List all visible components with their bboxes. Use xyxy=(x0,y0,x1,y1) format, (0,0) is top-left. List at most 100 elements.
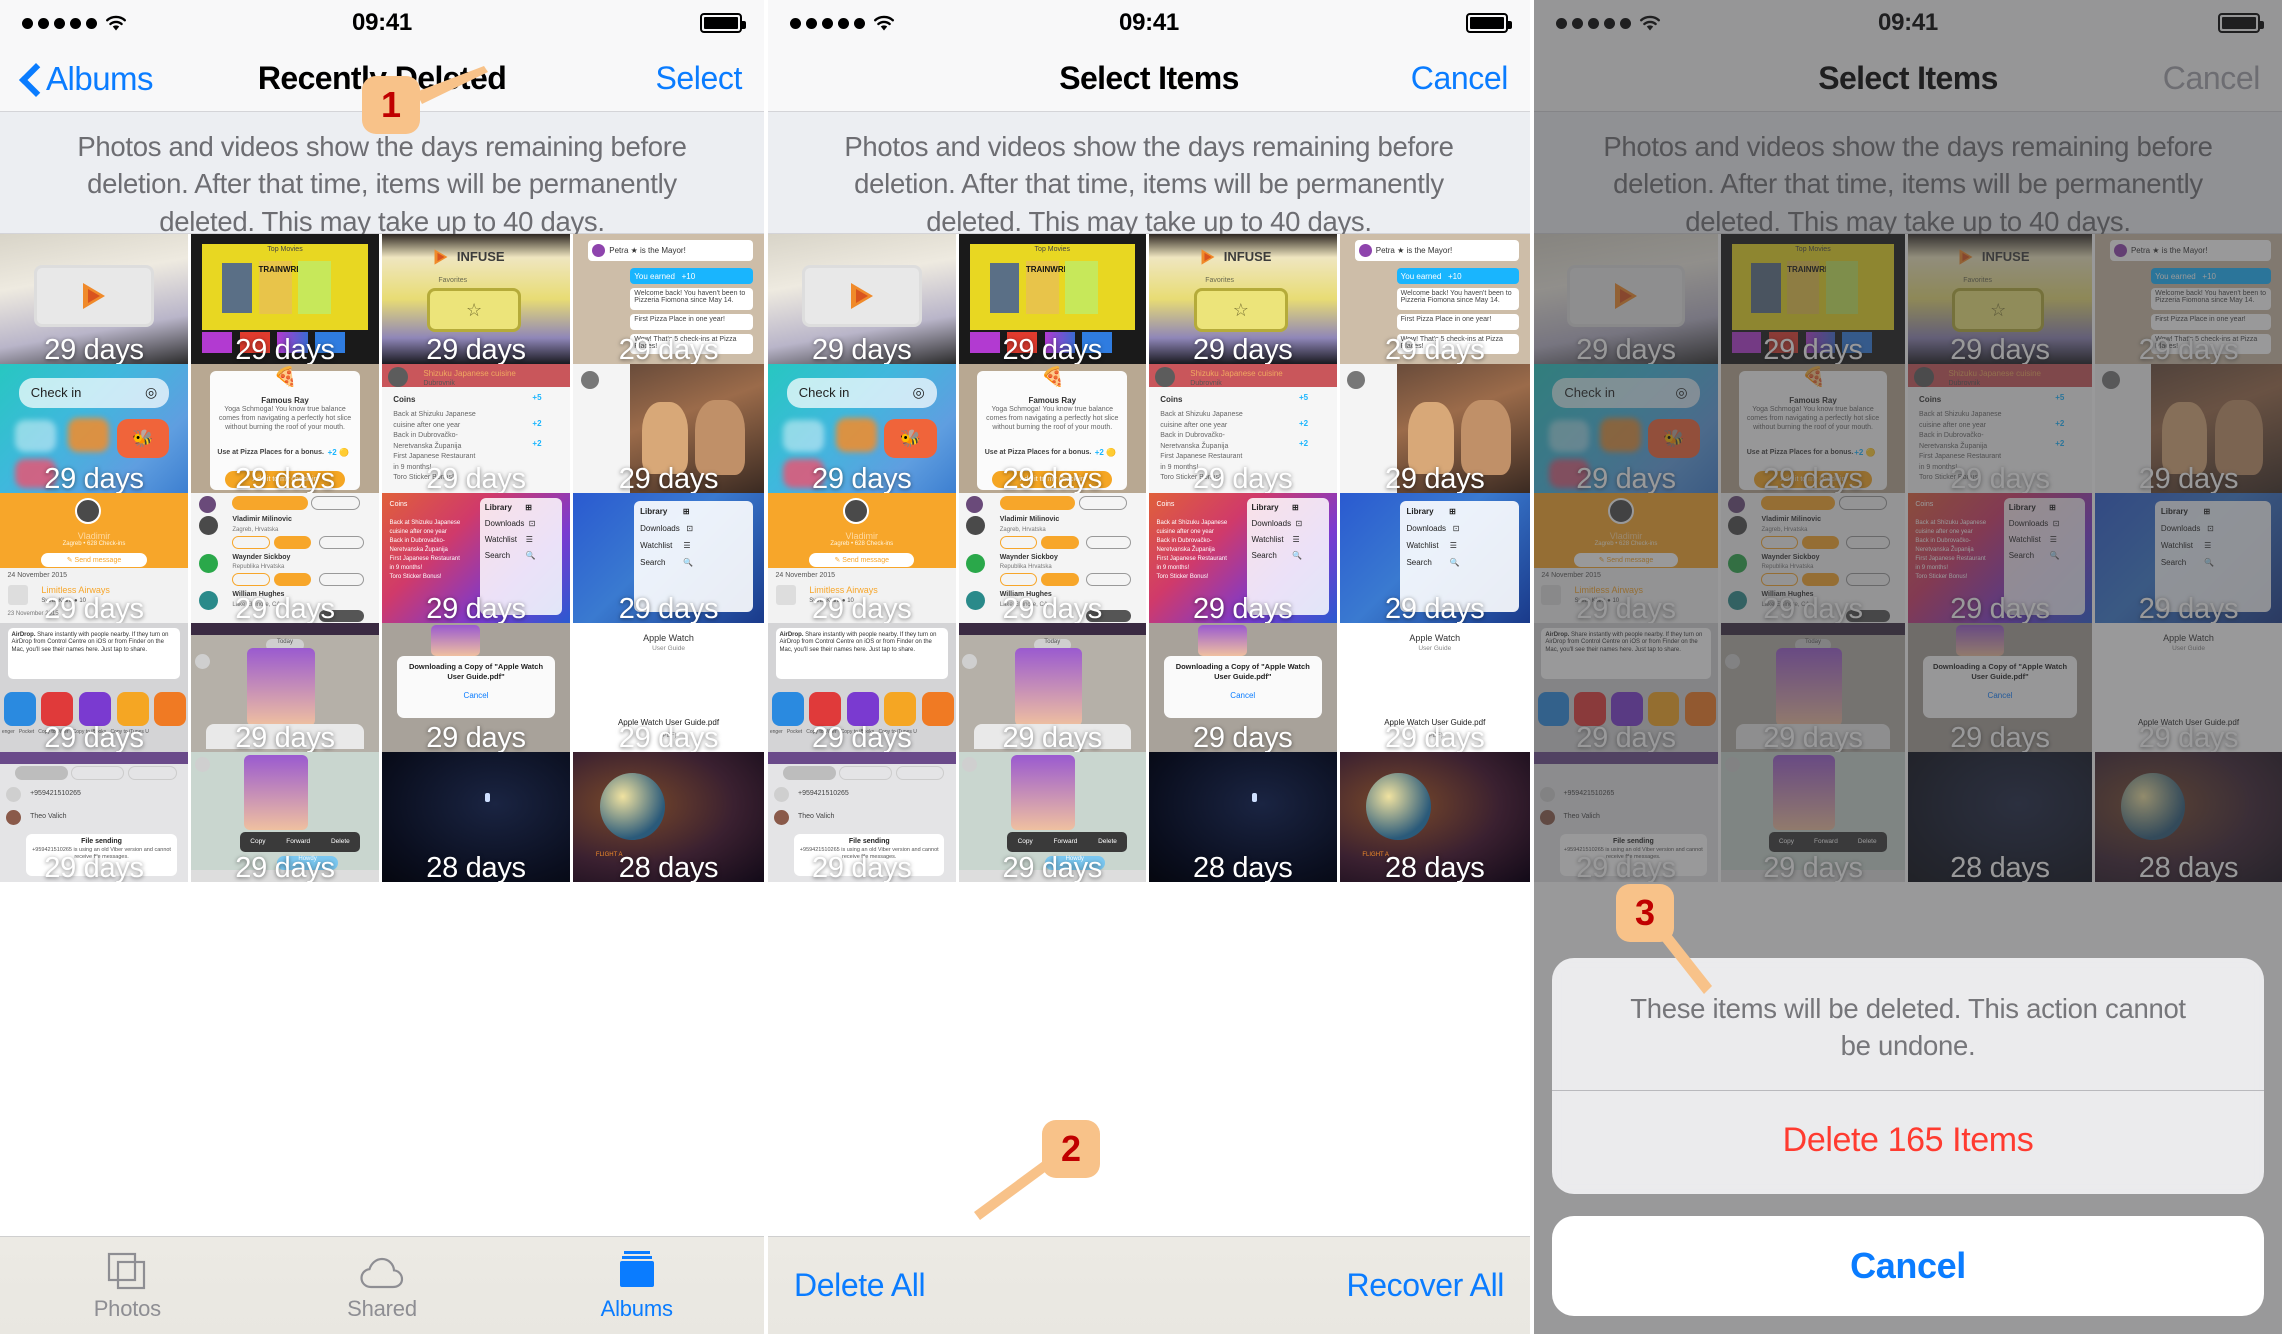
photo-cell[interactable]: Copy Forward Delete 29 days xyxy=(1721,752,1908,882)
photo-cell[interactable]: 🍕 Famous Ray Yoga Schmoga! You know true b… xyxy=(958,363,1149,493)
day-label: 29 days xyxy=(1950,592,2050,623)
cancel-button[interactable]: Cancel xyxy=(2163,60,2261,97)
status-time: 09:41 xyxy=(1878,9,1938,36)
photo-cell[interactable]: Today 29 days xyxy=(958,622,1149,752)
callout-badge-3: 3 xyxy=(1616,884,1674,942)
photo-cell[interactable]: 29 days xyxy=(573,363,764,493)
photo-cell[interactable]: Shizuku Japanese cuisine Dubrovnik Coins Ba… xyxy=(382,363,573,493)
photo-cell[interactable]: +959421510265 Theo Valich File sending +959… xyxy=(0,752,191,882)
day-label: 29 days xyxy=(1950,463,2050,493)
photo-cell[interactable]: 28 days xyxy=(1908,752,2095,882)
photo-cell[interactable]: Vladimir Milinovic Zagreb, Hrvatska Waynde… xyxy=(958,493,1149,623)
photo-cell[interactable]: Apple Watch User Guide Apple Watch User Gu… xyxy=(573,622,764,752)
recover-all-button[interactable]: Recover All xyxy=(1347,1267,1505,1304)
select-button[interactable]: Select xyxy=(655,60,742,97)
photo-cell[interactable]: Apple Watch User Guide Apple Watch User Gu… xyxy=(1339,622,1530,752)
day-label: 29 days xyxy=(1002,333,1103,364)
photo-cell[interactable]: Check in ◎ 🐝 29 days xyxy=(1534,363,1721,493)
photo-cell[interactable]: 28 days xyxy=(382,752,573,882)
photo-cell[interactable]: 29 days xyxy=(768,234,959,364)
day-label: 28 days xyxy=(1950,851,2050,882)
photo-grid-1: 29 days TRAINWRECK Top Movies 29 days INFU… xyxy=(0,234,764,882)
tab-shared-label: Shared xyxy=(347,1295,417,1321)
day-label: 29 days xyxy=(2138,333,2239,364)
sheet-cancel-button[interactable]: Cancel xyxy=(1552,1216,2264,1316)
photo-cell[interactable]: 28 days xyxy=(1149,752,1340,882)
photo-cell[interactable]: Petra ★ is the Mayor! You earned +10 Welco… xyxy=(2095,234,2282,364)
delete-all-button[interactable]: Delete All xyxy=(794,1267,926,1304)
status-right-2 xyxy=(1466,13,1512,33)
day-label: 29 days xyxy=(812,463,912,493)
photo-cell[interactable]: 28 days xyxy=(2095,752,2282,882)
day-label: 29 days xyxy=(44,333,144,364)
photo-cell[interactable]: TRAINWRECK Top Movies 29 days xyxy=(191,234,382,364)
photo-cell[interactable]: Today 29 days xyxy=(1721,622,1908,752)
day-label: 28 days xyxy=(618,851,719,882)
photo-cell[interactable]: Copy Forward Delete Howdy 29 days xyxy=(958,752,1149,882)
photo-cell[interactable]: Copy Forward Delete Howdy 29 days xyxy=(191,752,382,882)
photo-cell[interactable]: AirDrop. Share instantly with people nea… xyxy=(0,622,191,752)
photo-cell[interactable]: 29 days xyxy=(1534,234,1721,364)
photo-cell[interactable]: Coins Back at Shizuku Japanese cuisine aft… xyxy=(1149,493,1340,623)
photo-cell[interactable]: Petra ★ is the Mayor! You earned +10 Welco… xyxy=(1339,234,1530,364)
cancel-button[interactable]: Cancel xyxy=(1411,60,1509,97)
callout-3: 3 xyxy=(1594,874,1874,1004)
photo-cell[interactable]: +959421510265 Theo Valich File sending +959… xyxy=(1534,752,1721,882)
status-right-3 xyxy=(2218,13,2264,33)
photo-cell[interactable]: +959421510265 Theo Valich File sending +959… xyxy=(768,752,959,882)
day-label: 29 days xyxy=(1002,851,1103,882)
day-label: 29 days xyxy=(1576,592,1676,623)
photo-cell[interactable]: INFUSE Favorites ☆ 29 days xyxy=(382,234,573,364)
photo-grid-2: 29 days TRAINWRECK Top Movies 29 days INFU… xyxy=(768,234,1530,882)
day-label: 29 days xyxy=(2138,592,2239,623)
day-label: 29 days xyxy=(1950,333,2050,364)
tab-photos[interactable]: Photos xyxy=(0,1250,255,1322)
photo-cell[interactable]: Shizuku Japanese cuisine Dubrovnik Coins Ba… xyxy=(1908,363,2095,493)
photo-cell[interactable]: FLIGHT A 28 days xyxy=(1339,752,1530,882)
photo-cell[interactable]: Library ⊞ Downloads ⊡ Watchlist ☰ Search 🔍 2… xyxy=(573,493,764,623)
photo-cell[interactable]: TRAINWRECK Top Movies 29 days xyxy=(958,234,1149,364)
photo-cell[interactable]: 🍕 Famous Ray Yoga Schmoga! You know true b… xyxy=(191,363,382,493)
photo-cell[interactable]: Library ⊞ Downloads ⊡ Watchlist ☰ Search 🔍 2… xyxy=(1339,493,1530,623)
day-label: 29 days xyxy=(1193,333,1293,364)
photo-cell[interactable]: Check in ◎ 🐝 29 days xyxy=(0,363,191,493)
day-label: 29 days xyxy=(1002,463,1103,493)
tab-albums[interactable]: Albums xyxy=(509,1250,764,1322)
photo-cell[interactable]: Library ⊞ Downloads ⊡ Watchlist ☰ Search 🔍 2… xyxy=(2095,493,2282,623)
photo-cell[interactable]: Coins Back at Shizuku Japanese cuisine aft… xyxy=(1908,493,2095,623)
photo-cell[interactable]: Today 29 days xyxy=(191,622,382,752)
select-toolbar: Delete All Recover All xyxy=(768,1236,1530,1334)
day-label: 29 days xyxy=(235,851,335,882)
photo-cell[interactable]: Downloading a Copy of "Apple Watch User … xyxy=(1149,622,1340,752)
photo-cell[interactable]: Apple Watch User Guide Apple Watch User Gu… xyxy=(2095,622,2282,752)
photo-cell[interactable]: Vladimir Zagreb • 628 Check-ins ✎ Send mes… xyxy=(768,493,959,623)
photo-cell[interactable]: 🍕 Famous Ray Yoga Schmoga! You know true b… xyxy=(1721,363,1908,493)
photo-cell[interactable]: Vladimir Zagreb • 628 Check-ins ✎ Send mes… xyxy=(0,493,191,623)
back-button-albums[interactable]: Albums xyxy=(22,60,154,98)
photo-cell[interactable]: Vladimir Zagreb • 628 Check-ins ✎ Send mes… xyxy=(1534,493,1721,623)
photo-cell[interactable]: Coins Back at Shizuku Japanese cuisine aft… xyxy=(382,493,573,623)
photo-cell[interactable]: Vladimir Milinovic Zagreb, Hrvatska Waynde… xyxy=(191,493,382,623)
photo-cell[interactable]: AirDrop. Share instantly with people nea… xyxy=(768,622,959,752)
day-label: 29 days xyxy=(44,851,144,882)
photo-cell[interactable]: Check in ◎ 🐝 29 days xyxy=(768,363,959,493)
delete-items-button[interactable]: Delete 165 Items xyxy=(1552,1091,2264,1194)
photo-cell[interactable]: FLIGHT A 28 days xyxy=(573,752,764,882)
photo-cell[interactable]: Petra ★ is the Mayor! You earned +10 Welco… xyxy=(573,234,764,364)
day-label: 29 days xyxy=(44,463,144,493)
photo-cell[interactable]: 29 days xyxy=(0,234,191,364)
day-label: 29 days xyxy=(812,722,912,752)
tab-shared[interactable]: Shared xyxy=(255,1250,510,1322)
day-label: 29 days xyxy=(426,333,526,364)
photo-cell[interactable]: Shizuku Japanese cuisine Dubrovnik Coins Ba… xyxy=(1149,363,1340,493)
photo-cell[interactable]: TRAINWRECK Top Movies 29 days xyxy=(1721,234,1908,364)
photo-cell[interactable]: Downloading a Copy of "Apple Watch User … xyxy=(382,622,573,752)
photo-cell[interactable]: AirDrop. Share instantly with people nea… xyxy=(1534,622,1721,752)
photo-cell[interactable]: Vladimir Milinovic Zagreb, Hrvatska Waynde… xyxy=(1721,493,1908,623)
photo-cell[interactable]: 29 days xyxy=(2095,363,2282,493)
photo-cell[interactable]: Downloading a Copy of "Apple Watch User … xyxy=(1908,622,2095,752)
photo-cell[interactable]: INFUSE Favorites ☆ 29 days xyxy=(1908,234,2095,364)
photo-cell[interactable]: INFUSE Favorites ☆ 29 days xyxy=(1149,234,1340,364)
photo-cell[interactable]: 29 days xyxy=(1339,363,1530,493)
day-label: 29 days xyxy=(1576,463,1676,493)
